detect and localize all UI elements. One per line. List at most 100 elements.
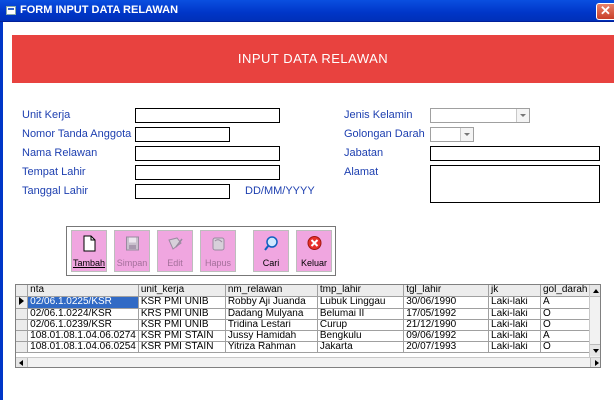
table-row[interactable]: 02/06.1.0225/KSR KSR PMI UNIB Robby Aji … bbox=[16, 296, 600, 309]
table-cell[interactable]: 02/06.1.0239/KSR bbox=[27, 319, 139, 331]
table-cell[interactable]: 02/06.1.0225/KSR bbox=[27, 296, 139, 309]
table-cell[interactable]: 21/12/1990 bbox=[403, 319, 490, 331]
header-banner: INPUT DATA RELAWAN bbox=[12, 35, 614, 83]
horizontal-scrollbar[interactable] bbox=[16, 357, 600, 367]
nama-relawan-input[interactable] bbox=[135, 146, 280, 161]
table-cell[interactable]: 108.01.08.1.04.06.0254 bbox=[27, 341, 139, 353]
table-cell[interactable]: 17/05/1992 bbox=[403, 308, 490, 320]
row-pointer-icon bbox=[19, 296, 24, 305]
table-row[interactable]: 108.01.08.1.04.06.0254 KSR PMI STAIN Yit… bbox=[16, 341, 600, 353]
simpan-label: Simpan bbox=[116, 258, 148, 268]
button-panel: Tambah Simpan Edit Hapus Cari Keluar bbox=[66, 226, 336, 276]
tempat-lahir-input[interactable] bbox=[135, 165, 280, 180]
nomor-tanda-anggota-label: Nomor Tanda Anggota bbox=[22, 128, 132, 140]
jenis-kelamin-select[interactable] bbox=[430, 108, 530, 123]
edit-button[interactable]: Edit bbox=[157, 230, 193, 272]
table-cell[interactable]: Curup bbox=[317, 319, 405, 331]
jabatan-input[interactable] bbox=[430, 146, 600, 161]
tempat-lahir-label: Tempat Lahir bbox=[22, 166, 86, 178]
jabatan-label: Jabatan bbox=[344, 147, 384, 159]
table-cell[interactable]: Laki-laki bbox=[488, 308, 541, 320]
vertical-scrollbar[interactable] bbox=[589, 285, 600, 357]
window-title: FORM INPUT DATA RELAWAN bbox=[20, 4, 179, 16]
table-cell[interactable]: Belumai II bbox=[317, 308, 405, 320]
jenis-kelamin-label: Jenis Kelamin bbox=[344, 109, 413, 121]
table-row[interactable]: 02/06.1.0224/KSR KRS PMI UNIB Dadang Mul… bbox=[16, 308, 600, 320]
date-format-hint: DD/MM/YYYY bbox=[245, 185, 315, 197]
exit-x-icon bbox=[307, 236, 322, 250]
table-cell[interactable]: Tridina Lestari bbox=[225, 319, 318, 331]
table-cell[interactable]: 09/06/1992 bbox=[403, 330, 490, 342]
chevron-down-icon[interactable] bbox=[516, 109, 529, 122]
tambah-label: Tambah bbox=[72, 258, 106, 268]
table-cell[interactable]: Bengkulu bbox=[317, 330, 405, 342]
alamat-textarea[interactable] bbox=[430, 165, 600, 203]
table-cell[interactable]: Laki-laki bbox=[488, 296, 541, 309]
hapus-button[interactable]: Hapus bbox=[200, 230, 236, 272]
column-header[interactable]: unit_kerja bbox=[138, 285, 226, 297]
row-header bbox=[16, 308, 29, 320]
delete-icon bbox=[212, 237, 225, 251]
alamat-label: Alamat bbox=[344, 166, 379, 178]
table-cell[interactable]: KSR PMI STAIN bbox=[138, 341, 226, 353]
hapus-label: Hapus bbox=[204, 258, 231, 268]
scroll-up-arrow-icon[interactable] bbox=[590, 285, 600, 297]
table-cell[interactable]: Dadang Mulyana bbox=[225, 308, 318, 320]
table-cell[interactable]: 02/06.1.0224/KSR bbox=[27, 308, 139, 320]
golongan-darah-select[interactable] bbox=[430, 127, 474, 142]
title-bar: FORM INPUT DATA RELAWAN ✕ bbox=[0, 0, 614, 22]
unit-kerja-label: Unit Kerja bbox=[22, 109, 71, 121]
scroll-left-arrow-icon[interactable] bbox=[16, 358, 28, 367]
table-cell[interactable]: Jussy Hamidah bbox=[225, 330, 318, 342]
table-cell[interactable]: Laki-laki bbox=[488, 330, 541, 342]
cari-button[interactable]: Cari bbox=[253, 230, 289, 272]
keluar-label: Keluar bbox=[300, 258, 327, 268]
current-row-indicator bbox=[16, 296, 29, 309]
table-row[interactable]: 108.01.08.1.04.06.0274 KSR PMI STAIN Jus… bbox=[16, 330, 600, 342]
row-header bbox=[16, 319, 29, 331]
cari-label: Cari bbox=[262, 258, 280, 268]
header-title: INPUT DATA RELAWAN bbox=[237, 51, 389, 66]
grid-header-row: nta unit_kerja nm_relawan tmp_lahir tgl_… bbox=[16, 285, 600, 297]
chevron-down-icon[interactable] bbox=[460, 128, 473, 141]
close-button[interactable]: ✕ bbox=[596, 3, 614, 20]
simpan-button[interactable]: Simpan bbox=[114, 230, 150, 272]
unit-kerja-input[interactable] bbox=[135, 108, 280, 123]
column-header[interactable]: tgl_lahir bbox=[403, 285, 490, 297]
table-cell[interactable]: KRS PMI UNIB bbox=[138, 308, 226, 320]
column-header[interactable]: nm_relawan bbox=[225, 285, 318, 297]
table-cell[interactable]: Laki-laki bbox=[488, 319, 541, 331]
column-header[interactable]: nta bbox=[27, 285, 139, 297]
edit-label: Edit bbox=[167, 258, 183, 268]
table-cell[interactable]: Robby Aji Juanda bbox=[225, 296, 318, 309]
tanggal-lahir-label: Tanggal Lahir bbox=[22, 185, 89, 197]
tambah-button[interactable]: Tambah bbox=[71, 230, 107, 272]
scroll-down-arrow-icon[interactable] bbox=[590, 344, 600, 356]
table-cell[interactable]: KSR PMI UNIB bbox=[138, 296, 226, 309]
scroll-right-arrow-icon[interactable] bbox=[590, 358, 600, 367]
column-header[interactable]: tmp_lahir bbox=[317, 285, 405, 297]
table-cell[interactable]: KSR PMI UNIB bbox=[138, 319, 226, 331]
golongan-darah-label: Golongan Darah bbox=[344, 128, 425, 140]
edit-pencil-icon bbox=[168, 237, 183, 250]
row-header-corner bbox=[16, 285, 29, 297]
row-header bbox=[16, 341, 29, 353]
window-icon[interactable] bbox=[6, 6, 16, 15]
table-cell[interactable]: Jakarta bbox=[317, 341, 405, 353]
table-cell[interactable]: Laki-laki bbox=[488, 341, 541, 353]
table-cell[interactable]: 20/07/1993 bbox=[403, 341, 490, 353]
table-cell[interactable]: 108.01.08.1.04.06.0274 bbox=[27, 330, 139, 342]
tanggal-lahir-input[interactable] bbox=[135, 184, 230, 199]
nomor-tanda-anggota-input[interactable] bbox=[135, 127, 230, 142]
table-cell[interactable]: KSR PMI STAIN bbox=[138, 330, 226, 342]
search-icon bbox=[264, 236, 278, 251]
data-grid[interactable]: nta unit_kerja nm_relawan tmp_lahir tgl_… bbox=[15, 284, 601, 368]
save-disk-icon bbox=[126, 236, 139, 251]
table-cell[interactable]: Yitriza Rahman bbox=[225, 341, 318, 353]
table-cell[interactable]: Lubuk Linggau bbox=[317, 296, 405, 309]
table-row[interactable]: 02/06.1.0239/KSR KSR PMI UNIB Tridina Le… bbox=[16, 319, 600, 331]
table-cell[interactable]: 30/06/1990 bbox=[403, 296, 490, 309]
column-header[interactable]: jk bbox=[488, 285, 541, 297]
keluar-button[interactable]: Keluar bbox=[296, 230, 332, 272]
row-header bbox=[16, 330, 29, 342]
